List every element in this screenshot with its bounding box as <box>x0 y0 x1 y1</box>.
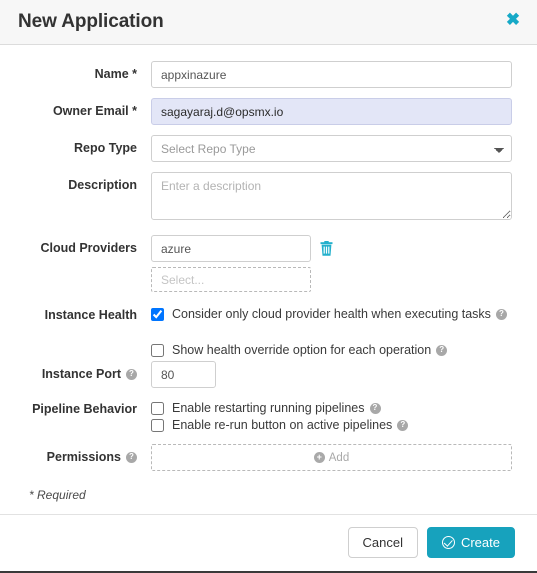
instance-port-input[interactable] <box>151 361 216 388</box>
pipeline-behavior-option-1-label: Enable restarting running pipelines <box>172 401 365 415</box>
page-title: New Application <box>18 11 164 32</box>
owner-email-input[interactable] <box>151 98 512 125</box>
instance-health-option-1[interactable]: Consider only cloud provider health when… <box>151 302 512 321</box>
cloud-providers-label: Cloud Providers <box>40 241 137 255</box>
pipeline-behavior-checkbox-1[interactable] <box>151 401 164 415</box>
instance-health-option-2-label: Show health override option for each ope… <box>172 343 432 357</box>
pipeline-behavior-option-2[interactable]: Enable re-run button on active pipelines… <box>151 415 512 432</box>
repo-type-label: Repo Type <box>74 141 137 155</box>
form-row-description: Description <box>25 172 512 225</box>
pipeline-behavior-option-1[interactable]: Enable restarting running pipelines ? <box>151 396 512 415</box>
instance-health-option-1-label: Consider only cloud provider health when… <box>172 307 491 321</box>
pipeline-behavior-checkbox-2[interactable] <box>151 418 164 432</box>
help-icon[interactable]: ? <box>369 402 381 414</box>
instance-port-label: Instance Port <box>41 367 121 381</box>
required-note: * Required <box>29 488 86 502</box>
circle-plus-icon: + <box>313 452 325 463</box>
instance-health-checkbox-2[interactable] <box>151 343 164 357</box>
pipeline-behavior-option-2-label: Enable re-run button on active pipelines <box>172 418 393 432</box>
pipeline-behavior-label: Pipeline Behavior <box>32 402 137 416</box>
help-icon[interactable]: ? <box>126 368 137 380</box>
permissions-label: Permissions <box>46 450 121 464</box>
check-circle-icon <box>441 535 455 549</box>
cloud-provider-add-select[interactable]: Select... <box>151 267 311 292</box>
owner-email-label: Owner Email * <box>52 104 137 118</box>
form-row-pipeline-behavior: Pipeline Behavior Enable restarting runn… <box>25 396 512 432</box>
permissions-label-wrap: Permissions ? <box>25 444 151 464</box>
form-row-instance-port: Instance Port ? <box>25 361 512 388</box>
form-row-repo-type: Repo Type Select Repo Type <box>25 135 512 162</box>
form-row-permissions: Permissions ? + Add <box>25 444 512 471</box>
instance-port-label-wrap: Instance Port ? <box>25 361 151 381</box>
trash-icon[interactable] <box>319 240 334 257</box>
create-button-label: Create <box>460 534 500 550</box>
form-row-name: Name * <box>25 61 512 88</box>
help-icon[interactable]: ? <box>436 344 448 356</box>
close-icon[interactable]: ✖ <box>502 8 524 30</box>
instance-health-checkbox-1[interactable] <box>151 307 164 321</box>
repo-type-select[interactable]: Select Repo Type <box>151 135 512 162</box>
help-icon[interactable]: ? <box>126 451 137 463</box>
description-textarea[interactable] <box>151 172 512 220</box>
create-button[interactable]: Create <box>426 526 515 558</box>
permissions-add-button[interactable]: + Add <box>151 444 512 471</box>
form-row-owner-email: Owner Email * <box>25 98 512 125</box>
instance-health-label: Instance Health <box>44 308 137 322</box>
permissions-add-label: Add <box>328 451 350 464</box>
help-icon[interactable]: ? <box>495 308 507 320</box>
form-row-instance-health: Instance Health Consider only cloud prov… <box>25 302 512 357</box>
modal-footer: Cancel Create <box>0 514 537 569</box>
trash-icon-svg <box>320 240 333 256</box>
modal-header: New Application ✖ <box>0 0 537 45</box>
cancel-button[interactable]: Cancel <box>347 526 418 558</box>
new-application-modal: New Application ✖ Name * Owner Email * R… <box>0 0 537 573</box>
instance-health-option-2[interactable]: Show health override option for each ope… <box>151 338 512 357</box>
description-label: Description <box>68 178 137 192</box>
name-input[interactable] <box>151 61 512 88</box>
modal-body: Name * Owner Email * Repo Type Select Re… <box>0 45 537 515</box>
name-label: Name * <box>94 67 137 81</box>
cloud-provider-input[interactable] <box>151 235 311 262</box>
help-icon[interactable]: ? <box>397 419 409 431</box>
cancel-button-label: Cancel <box>362 534 403 550</box>
permissions-add-link: + Add <box>313 451 350 464</box>
cloud-provider-add-placeholder: Select... <box>161 272 205 287</box>
form-row-cloud-providers: Cloud Providers azure Select... <box>25 235 512 292</box>
